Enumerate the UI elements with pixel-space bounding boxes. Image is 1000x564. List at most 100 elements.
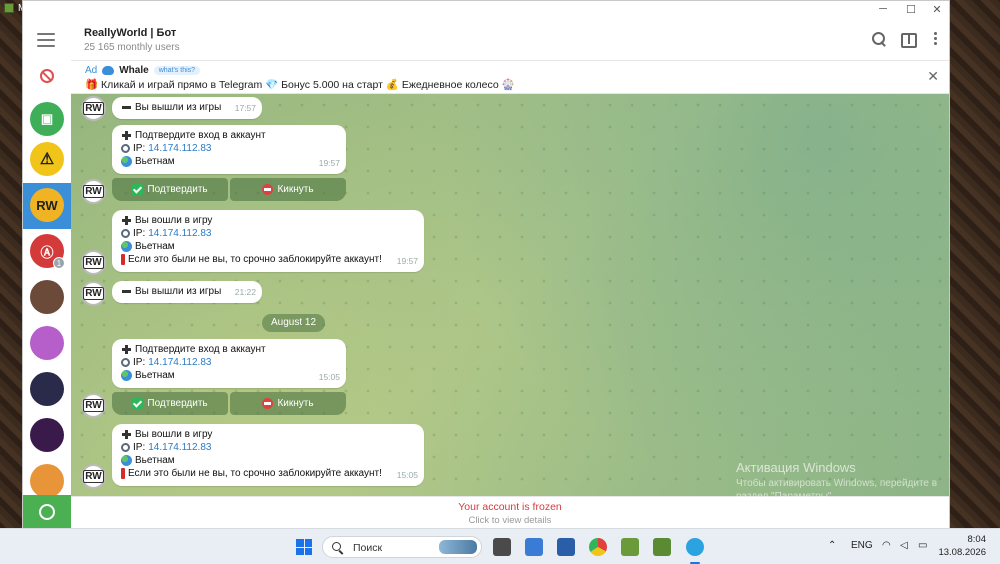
warning-avatar-icon: ⚠ (30, 142, 64, 176)
kick-button[interactable]: Кикнуть (230, 392, 346, 415)
message-time: 19:57 (318, 158, 340, 168)
confirm-button[interactable]: Подтвердить (112, 392, 228, 415)
store-icon[interactable] (557, 538, 575, 556)
message-time: 15:05 (396, 470, 418, 480)
ad-name: Whale (119, 65, 149, 76)
chat-subtitle: 25 165 monthly users (84, 42, 180, 53)
search-highlight-image (439, 540, 477, 554)
bot-avatar[interactable]: RW (81, 281, 106, 306)
telegram-icon[interactable] (686, 538, 704, 556)
magnifier-emoji-icon (121, 144, 130, 153)
close-button[interactable]: ✕ (927, 3, 947, 16)
clock-time: 8:04 (967, 534, 987, 545)
chat-title: ReallyWorld | Бот (84, 27, 177, 39)
sidebar-chat-8[interactable] (23, 413, 71, 459)
magnifier-emoji-icon (121, 229, 130, 238)
taskbar: Поиск ⌃ ENG ◠ ◁ ▭ 8:04 13.08.2026 (0, 528, 1000, 564)
character-avatar (30, 372, 64, 406)
exclamation-emoji-icon (121, 468, 125, 479)
search-icon[interactable] (871, 31, 887, 47)
volume-icon[interactable]: ◁ (900, 540, 908, 551)
check-icon (132, 398, 144, 409)
minus-emoji-icon (121, 102, 132, 113)
user-avatar (30, 280, 64, 314)
message-bubble: Подтвердите вход в аккаунт IP: 14.174.112… (112, 339, 346, 388)
ip-link[interactable]: 14.174.112.83 (148, 227, 211, 240)
cartoon-avatar (30, 464, 64, 498)
anime-avatar (30, 418, 64, 452)
message-bubble: Вы вошли в игру IP: 14.174.112.83 Вьетнам… (112, 210, 424, 272)
message-bubble: Вы вышли из игры 21:22 (112, 281, 262, 303)
globe-emoji-icon (121, 370, 132, 381)
windows-activation-title: Активация Windows (736, 460, 856, 475)
bot-avatar[interactable]: RW (81, 179, 106, 204)
sidebar-chat-6[interactable] (23, 321, 71, 367)
message-bubble: Вы вышли из игры 17:57 (112, 97, 262, 119)
ip-link[interactable]: 14.174.112.83 (148, 142, 211, 155)
wifi-icon[interactable]: ◠ (882, 540, 891, 551)
ad-label: Ad (85, 65, 98, 76)
outlook-icon[interactable] (525, 538, 543, 556)
message-bubble: Вы вошли в игру IP: 14.174.112.83 Вьетнам… (112, 424, 424, 486)
magnifier-emoji-icon (121, 443, 130, 452)
confirm-button[interactable]: Подтвердить (112, 178, 228, 201)
minecraft-icon (4, 3, 14, 13)
bot-avatar[interactable]: RW (81, 250, 106, 275)
title-bar: ─ ☐ ✕ (23, 1, 949, 19)
menu-icon[interactable] (37, 33, 55, 51)
magnifier-emoji-icon (121, 358, 130, 367)
bot-avatar[interactable]: RW (81, 96, 106, 121)
chat-sidebar: ▣ ⚠ RW Ⓐ 1 (23, 19, 71, 529)
task-view-icon[interactable] (493, 538, 511, 556)
whale-icon (102, 66, 115, 75)
chat-header[interactable]: ReallyWorld | Бот 25 165 monthly users (71, 19, 949, 61)
minecraft-launcher-icon[interactable] (653, 538, 671, 556)
taskbar-search[interactable]: Поиск (322, 536, 482, 558)
sidebar-chat-7[interactable] (23, 367, 71, 413)
minecraft-icon[interactable] (621, 538, 639, 556)
battery-icon[interactable]: ▭ (918, 540, 927, 551)
whats-this-chip[interactable]: what's this? (153, 66, 201, 75)
sidebar-chat-4[interactable]: Ⓐ 1 (23, 229, 71, 275)
frozen-subtitle: Click to view details (468, 515, 552, 526)
bot-avatar[interactable]: RW (81, 393, 106, 418)
no-entry-icon (262, 184, 274, 195)
message-list[interactable]: RW Вы вышли из игры 17:57 Подтвердите вх… (71, 94, 949, 496)
kick-button[interactable]: Кикнуть (230, 178, 346, 201)
robot-avatar-icon: ▣ (30, 102, 64, 136)
windows-activation-text: Чтобы активировать Windows, перейдите в … (736, 478, 938, 502)
sidebar-chat-reallyworld[interactable]: RW (23, 183, 71, 229)
message-time: 17:57 (234, 103, 256, 113)
message-bubble: Подтвердите вход в аккаунт IP: 14.174.112… (112, 125, 346, 174)
side-panel-icon[interactable] (900, 31, 917, 48)
globe-emoji-icon (121, 241, 132, 252)
minimize-button[interactable]: ─ (873, 3, 893, 15)
reallyworld-avatar: RW (30, 188, 64, 222)
frozen-status-icon[interactable] (23, 495, 71, 529)
inline-keyboard: Подтвердить Кикнуть (112, 392, 346, 415)
sponsored-ad-bar[interactable]: Ad Whale what's this? 🎁 Кликай и играй п… (71, 61, 949, 94)
language-indicator[interactable]: ENG (851, 540, 873, 551)
minus-emoji-icon (121, 286, 132, 297)
unread-badge: 1 (53, 257, 65, 269)
ip-link[interactable]: 14.174.112.83 (148, 356, 211, 369)
chrome-icon[interactable] (589, 538, 607, 556)
clock-date: 13.08.2026 (938, 547, 986, 558)
more-options-icon[interactable] (928, 31, 944, 47)
check-icon (132, 184, 144, 195)
sidebar-chat-2[interactable]: ⚠ (23, 137, 71, 183)
chevron-up-icon[interactable]: ⌃ (828, 540, 836, 551)
inline-keyboard: Подтвердить Кикнуть (112, 178, 346, 201)
ip-link[interactable]: 14.174.112.83 (148, 441, 211, 454)
globe-emoji-icon (121, 455, 132, 466)
block-icon[interactable] (40, 69, 54, 83)
globe-emoji-icon (121, 156, 132, 167)
date-separator: August 12 (262, 314, 325, 332)
message-time: 19:57 (396, 256, 418, 266)
taskbar-clock[interactable]: 8:04 13.08.2026 (938, 533, 986, 559)
windows-start-icon[interactable] (296, 539, 312, 555)
bot-avatar[interactable]: RW (81, 464, 106, 489)
close-ad-icon[interactable]: ✕ (927, 68, 939, 85)
maximize-button[interactable]: ☐ (901, 3, 921, 16)
sidebar-chat-5[interactable] (23, 275, 71, 321)
